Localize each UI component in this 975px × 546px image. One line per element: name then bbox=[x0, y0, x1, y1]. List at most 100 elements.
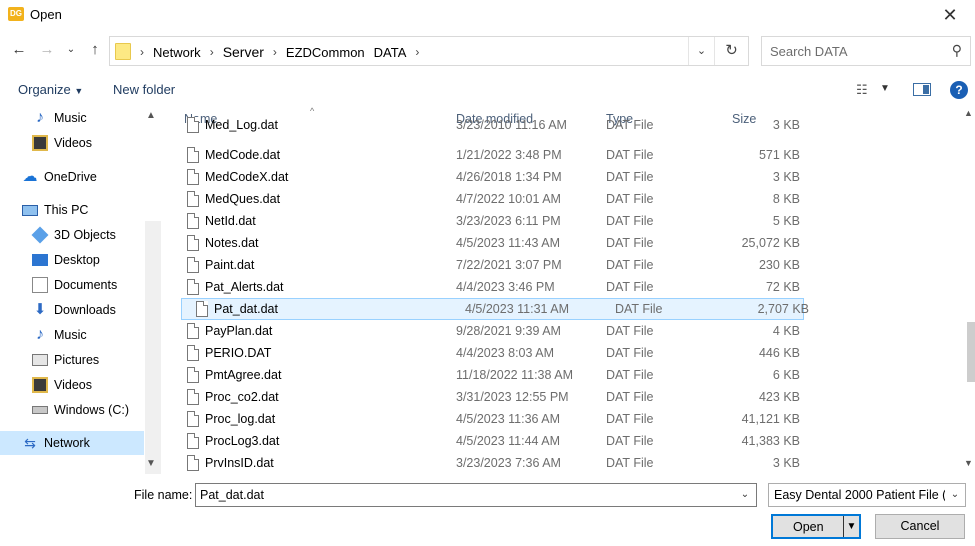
file-row[interactable]: Pat_Alerts.dat 4/4/2023 3:46 PM DAT File… bbox=[172, 276, 804, 298]
address-dropdown-icon[interactable]: ⌄ bbox=[688, 37, 714, 65]
file-name: ProcLog3.dat bbox=[205, 434, 280, 448]
preview-pane-icon[interactable] bbox=[913, 83, 931, 96]
address-bar[interactable]: › Network › Server › EZDCommon DATA › ⌄ … bbox=[109, 36, 749, 66]
sidebar-item-music[interactable]: ♪ Music bbox=[32, 323, 144, 347]
sidebar-item-pictures[interactable]: Pictures bbox=[32, 348, 144, 372]
breadcrumb-ezdcommon[interactable]: EZDCommon bbox=[286, 45, 365, 60]
chevron-right-icon[interactable]: › bbox=[415, 45, 419, 59]
file-row[interactable]: MedCode.dat 1/21/2022 3:48 PM DAT File 5… bbox=[172, 144, 804, 166]
caret-down-icon: ▼ bbox=[74, 86, 84, 96]
sidebar-item-this-pc[interactable]: This PC bbox=[22, 198, 144, 222]
chevron-down-icon[interactable]: ⌄ bbox=[945, 484, 965, 506]
app-icon: DG bbox=[8, 7, 24, 21]
new-folder-button[interactable]: New folder bbox=[113, 82, 175, 97]
scroll-up-icon[interactable]: ▲ bbox=[146, 110, 156, 121]
organize-button[interactable]: Organize ▼ bbox=[18, 82, 83, 97]
back-arrow-icon[interactable]: ← bbox=[10, 40, 28, 60]
sidebar-item-windows-c[interactable]: Windows (C:) bbox=[32, 398, 144, 422]
sidebar-item-downloads[interactable]: ⬇ Downloads bbox=[32, 298, 144, 322]
file-name-input[interactable]: Pat_dat.dat ⌄ bbox=[195, 483, 757, 507]
file-type: DAT File bbox=[606, 280, 654, 294]
sidebar-item-3d-objects[interactable]: 3D Objects bbox=[31, 223, 144, 247]
sidebar-item-videos[interactable]: Videos bbox=[32, 373, 144, 397]
file-row[interactable]: Proc_log.dat 4/5/2023 11:36 AM DAT File … bbox=[172, 408, 804, 430]
sidebar-scrollbar[interactable] bbox=[145, 221, 161, 474]
file-size: 571 KB bbox=[758, 148, 800, 162]
scroll-up-icon[interactable]: ▲ bbox=[964, 108, 973, 118]
sidebar-item-label: Documents bbox=[54, 278, 118, 292]
file-type: DAT File bbox=[606, 456, 654, 470]
file-date: 4/7/2022 10:01 AM bbox=[456, 192, 561, 206]
documents-icon bbox=[32, 277, 48, 293]
view-options-icon[interactable]: ☷ bbox=[856, 82, 868, 98]
close-icon[interactable]: ✕ bbox=[935, 2, 965, 28]
sidebar-item-videos[interactable]: Videos bbox=[32, 131, 144, 155]
file-icon bbox=[187, 213, 199, 229]
file-row[interactable]: Notes.dat 4/5/2023 11:43 AM DAT File 25,… bbox=[172, 232, 804, 254]
navigation-bar: ← → ⌄ ↑ › Network › Server › EZDCommon D… bbox=[0, 32, 975, 70]
pictures-icon bbox=[32, 354, 48, 366]
file-list-scrollbar[interactable]: ▲ ▼ bbox=[962, 106, 975, 470]
scroll-down-icon[interactable]: ▼ bbox=[964, 458, 973, 468]
search-icon[interactable]: ⚲ bbox=[952, 42, 962, 59]
breadcrumb-server[interactable]: Server bbox=[223, 44, 264, 60]
file-icon bbox=[187, 191, 199, 207]
file-size: 3 KB bbox=[772, 170, 800, 184]
file-type-select[interactable]: Easy Dental 2000 Patient File (*.dat) ⌄ bbox=[768, 483, 966, 507]
recent-locations-icon[interactable]: ⌄ bbox=[62, 40, 80, 60]
file-size: 41,383 KB bbox=[741, 434, 800, 448]
file-row[interactable]: PmtAgree.dat 11/18/2022 11:38 AM DAT Fil… bbox=[172, 364, 804, 386]
file-size: 446 KB bbox=[758, 346, 800, 360]
sidebar-item-label: Videos bbox=[54, 136, 92, 150]
music-icon: ♪ bbox=[36, 326, 44, 343]
sidebar-item-music[interactable]: ♪ Music bbox=[32, 106, 144, 130]
file-row[interactable]: PayPlan.dat 9/28/2021 9:39 AM DAT File 4… bbox=[172, 320, 804, 342]
file-type: DAT File bbox=[615, 302, 663, 316]
this-pc-icon bbox=[22, 204, 38, 216]
file-row[interactable]: MedQues.dat 4/7/2022 10:01 AM DAT File 8… bbox=[172, 188, 804, 210]
forward-arrow-icon[interactable]: → bbox=[38, 40, 56, 60]
file-date: 4/5/2023 11:43 AM bbox=[456, 236, 561, 250]
open-split-dropdown-icon[interactable]: ▼ bbox=[843, 516, 859, 537]
help-icon[interactable]: ? bbox=[950, 81, 968, 99]
scrollbar-thumb[interactable] bbox=[967, 322, 975, 382]
command-bar: Organize ▼ New folder ☷ ▼ ? bbox=[0, 76, 975, 104]
file-name: PayPlan.dat bbox=[205, 324, 273, 338]
file-size: 72 KB bbox=[765, 280, 800, 294]
file-type: DAT File bbox=[606, 236, 654, 250]
chevron-down-icon[interactable]: ⌄ bbox=[734, 484, 756, 506]
file-size: 3 KB bbox=[772, 118, 800, 132]
file-type: DAT File bbox=[606, 148, 654, 162]
file-row[interactable]: MedCodeX.dat 4/26/2018 1:34 PM DAT File … bbox=[172, 166, 804, 188]
refresh-icon[interactable]: ↻ bbox=[714, 37, 748, 65]
sidebar-item-documents[interactable]: Documents bbox=[32, 273, 144, 297]
cancel-button[interactable]: Cancel bbox=[875, 514, 965, 539]
sidebar-item-label: Desktop bbox=[54, 253, 100, 267]
file-name: Notes.dat bbox=[205, 236, 259, 250]
chevron-right-icon[interactable]: › bbox=[273, 45, 277, 59]
onedrive-icon: ☁ bbox=[22, 168, 38, 185]
sidebar-item-network[interactable]: ⇆ Network bbox=[0, 431, 144, 455]
chevron-right-icon[interactable]: › bbox=[210, 45, 214, 59]
sidebar-item-desktop[interactable]: Desktop bbox=[32, 248, 144, 272]
file-row[interactable]: Med_Log.dat 3/23/2010 11:16 AM DAT File … bbox=[172, 114, 804, 136]
file-row[interactable]: Paint.dat 7/22/2021 3:07 PM DAT File 230… bbox=[172, 254, 804, 276]
file-row[interactable]: PrvInsID.dat 3/23/2023 7:36 AM DAT File … bbox=[172, 452, 804, 474]
file-name: Med_Log.dat bbox=[205, 118, 278, 132]
file-row[interactable]: PERIO.DAT 4/4/2023 8:03 AM DAT File 446 … bbox=[172, 342, 804, 364]
open-button[interactable]: Open ▼ bbox=[771, 514, 861, 539]
search-input[interactable]: Search DATA ⚲ bbox=[761, 36, 971, 66]
file-row-selected[interactable]: Pat_dat.dat 4/5/2023 11:31 AM DAT File 2… bbox=[181, 298, 809, 320]
file-name: Pat_dat.dat bbox=[214, 302, 278, 316]
file-row[interactable]: NetId.dat 3/23/2023 6:11 PM DAT File 5 K… bbox=[172, 210, 804, 232]
scroll-down-icon[interactable]: ▼ bbox=[146, 458, 156, 469]
up-arrow-icon[interactable]: ↑ bbox=[86, 40, 104, 60]
chevron-right-icon[interactable]: › bbox=[140, 45, 144, 59]
breadcrumb-network[interactable]: Network bbox=[153, 45, 201, 60]
sidebar-item-onedrive[interactable]: ☁ OneDrive bbox=[22, 165, 144, 189]
file-row[interactable]: ProcLog3.dat 4/5/2023 11:44 AM DAT File … bbox=[172, 430, 804, 452]
view-dropdown-icon[interactable]: ▼ bbox=[880, 83, 890, 94]
file-row[interactable]: Proc_co2.dat 3/31/2023 12:55 PM DAT File… bbox=[172, 386, 804, 408]
file-size: 8 KB bbox=[772, 192, 800, 206]
breadcrumb-data[interactable]: DATA bbox=[374, 45, 407, 60]
